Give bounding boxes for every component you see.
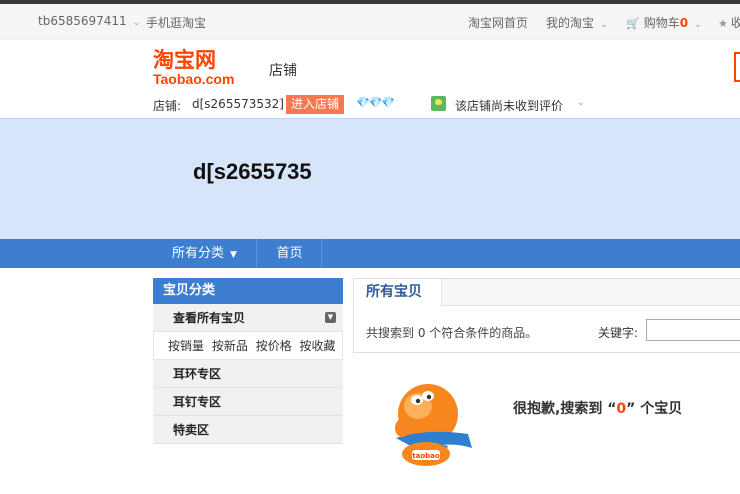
collapse-icon[interactable]: ▼ bbox=[325, 312, 336, 323]
tab-all-items[interactable]: 所有宝贝 bbox=[354, 279, 442, 306]
cart-label: 购物车 bbox=[644, 16, 680, 30]
chevron-down-icon[interactable]: ⌄ bbox=[577, 98, 585, 108]
favorites-link[interactable]: ★收 bbox=[718, 14, 740, 31]
chevron-down-icon: ⌄ bbox=[694, 20, 702, 30]
shop-word: 店铺 bbox=[269, 60, 297, 80]
rating-text[interactable]: 该店铺尚未收到评价 bbox=[455, 97, 563, 114]
shop-name[interactable]: d[s265573532] bbox=[192, 97, 284, 111]
mobile-link[interactable]: 手机逛淘宝 bbox=[146, 14, 206, 31]
header: 淘宝网 Taobao.com 店铺 店铺: d[s265573532] 进入店铺… bbox=[0, 40, 740, 118]
cart-icon: 🛒 bbox=[626, 17, 640, 30]
taobao-mascot-icon: taobao bbox=[388, 376, 476, 468]
chevron-down-icon: ⌄ bbox=[133, 18, 141, 28]
sort-by-new[interactable]: 按新品 bbox=[212, 339, 248, 353]
view-all-label: 查看所有宝贝 bbox=[173, 311, 245, 325]
category-sidebar: 宝贝分类 查看所有宝贝 ▼ 按销量 按新品 按价格 按收藏 耳环专区 耳钉专区 … bbox=[153, 278, 343, 444]
sort-by-favorites[interactable]: 按收藏 bbox=[300, 339, 336, 353]
result-count-text: 共搜索到 0 个符合条件的商品。 bbox=[366, 324, 537, 341]
logo-cn: 淘宝网 bbox=[153, 49, 245, 71]
username-link[interactable]: tb6585697411 ⌄ bbox=[38, 14, 140, 28]
sidebar-heading: 宝贝分类 bbox=[153, 278, 343, 304]
sidebar-view-all[interactable]: 查看所有宝贝 ▼ bbox=[153, 304, 343, 332]
taobao-home-link[interactable]: 淘宝网首页 bbox=[468, 14, 528, 31]
sort-by-price[interactable]: 按价格 bbox=[256, 339, 292, 353]
username: tb6585697411 bbox=[38, 14, 127, 28]
diamond-rank-icon: 💎💎💎 bbox=[356, 96, 394, 109]
enter-shop-button[interactable]: 进入店铺 bbox=[286, 95, 344, 114]
empty-prefix: 很抱歉,搜索到 “ bbox=[513, 401, 616, 417]
sidebar-item-studs[interactable]: 耳钉专区 bbox=[153, 388, 343, 416]
my-taobao-label: 我的淘宝 bbox=[546, 16, 594, 30]
menu-all-label: 所有分类 bbox=[172, 246, 224, 261]
empty-suffix: ” 个宝贝 bbox=[626, 401, 682, 417]
keyword-label: 关键字: bbox=[598, 324, 638, 341]
rating-icon bbox=[431, 96, 446, 111]
sidebar-item-sale[interactable]: 特卖区 bbox=[153, 416, 343, 444]
triangle-down-icon: ▼ bbox=[230, 250, 237, 260]
items-panel: 所有宝贝 共搜索到 0 个符合条件的商品。 关键字: bbox=[353, 278, 740, 353]
banner-title: d[s2655735 bbox=[193, 159, 312, 185]
sort-options: 按销量 按新品 按价格 按收藏 bbox=[153, 332, 343, 360]
cart-count: 0 bbox=[680, 16, 688, 30]
mascot-badge: taobao bbox=[412, 452, 440, 460]
items-panel-header: 所有宝贝 bbox=[354, 279, 740, 306]
logo-en: Taobao.com bbox=[153, 72, 245, 86]
keyword-input[interactable] bbox=[646, 319, 740, 341]
taobao-logo[interactable]: 淘宝网 Taobao.com bbox=[153, 49, 245, 87]
search-box-edge[interactable] bbox=[734, 52, 740, 82]
sort-by-sales[interactable]: 按销量 bbox=[168, 339, 204, 353]
my-taobao-link[interactable]: 我的淘宝 ⌄ bbox=[546, 14, 608, 31]
sidebar-item-earrings[interactable]: 耳环专区 bbox=[153, 360, 343, 388]
menu-home[interactable]: 首页 bbox=[258, 239, 322, 268]
star-icon: ★ bbox=[718, 17, 728, 30]
shop-menubar: 所有分类 ▼ 首页 bbox=[0, 239, 740, 268]
shop-banner: d[s2655735 bbox=[0, 118, 740, 239]
empty-count: 0 bbox=[616, 401, 626, 417]
shop-label: 店铺: bbox=[153, 97, 181, 114]
cart-link[interactable]: 🛒 购物车0 ⌄ bbox=[626, 14, 702, 31]
site-nav: tb6585697411 ⌄ 手机逛淘宝 淘宝网首页 我的淘宝 ⌄ 🛒 购物车0 ⌄ ★… bbox=[0, 4, 740, 40]
menu-all-categories[interactable]: 所有分类 ▼ bbox=[153, 239, 257, 268]
favorites-label: 收 bbox=[731, 16, 740, 30]
chevron-down-icon: ⌄ bbox=[600, 20, 608, 30]
empty-result-message: 很抱歉,搜索到 “0” 个宝贝 bbox=[513, 398, 682, 418]
